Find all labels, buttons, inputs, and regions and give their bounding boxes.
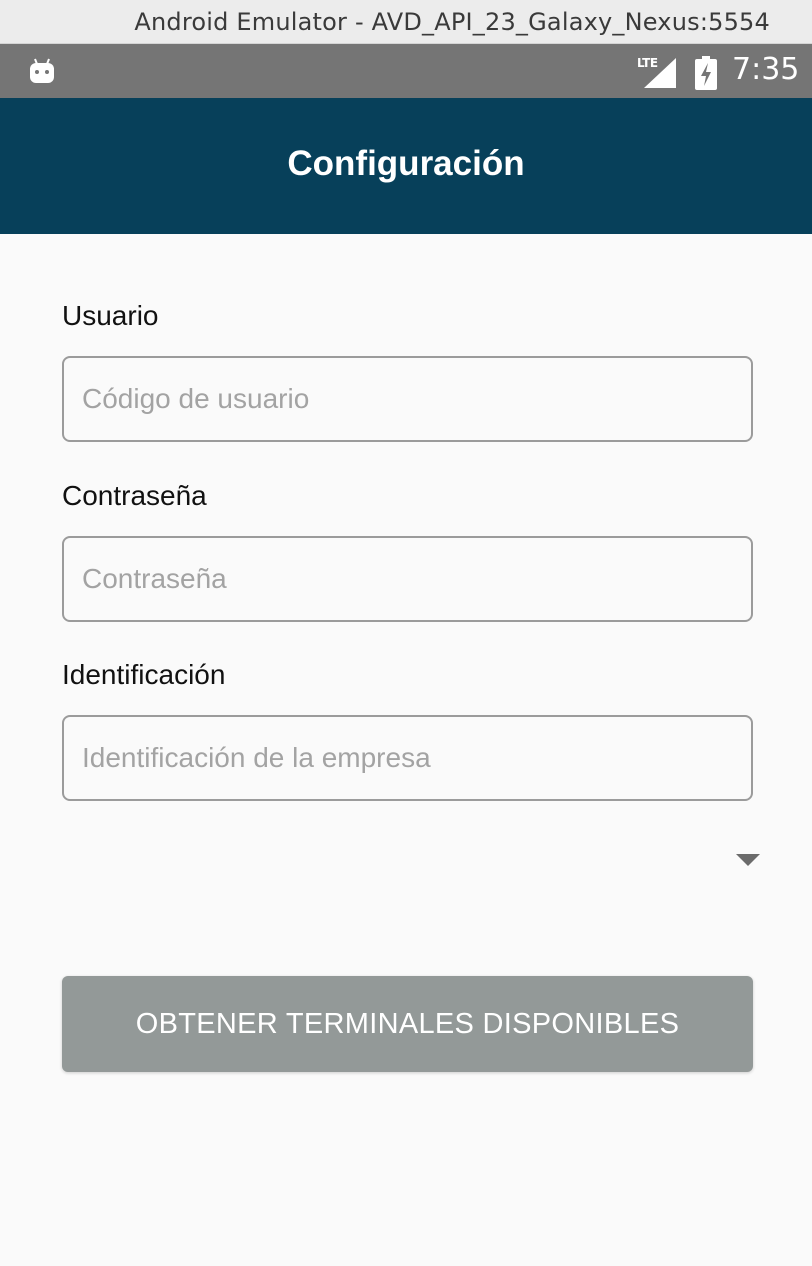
terminal-dropdown[interactable] [62, 830, 762, 890]
password-input[interactable] [62, 536, 753, 622]
chevron-down-icon [736, 854, 760, 866]
company-id-input[interactable] [62, 715, 753, 801]
user-code-input[interactable] [62, 356, 753, 442]
page-title: Configuración [287, 144, 525, 183]
battery-charging-icon [695, 56, 717, 90]
app-bar: Configuración [0, 98, 812, 234]
get-terminals-button[interactable]: OBTENER TERMINALES DISPONIBLES [62, 976, 753, 1072]
window-titlebar: Android Emulator - AVD_API_23_Galaxy_Nex… [0, 0, 812, 44]
company-label: Identificación [62, 659, 226, 690]
network-type: LTE [637, 56, 658, 70]
android-icon [30, 58, 54, 83]
status-bar: LTE 7:35 [0, 44, 812, 98]
status-time: 7:35 [732, 52, 800, 87]
user-label: Usuario [62, 300, 159, 331]
window-title: Android Emulator - AVD_API_23_Galaxy_Nex… [134, 8, 770, 36]
password-label: Contraseña [62, 480, 207, 511]
